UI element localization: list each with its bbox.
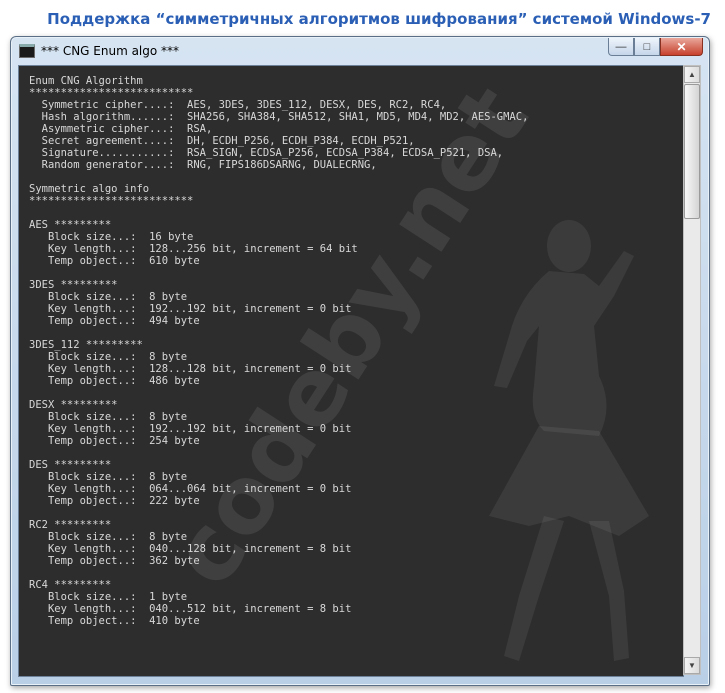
console-line: Key length...: 128...256 bit, increment …	[47, 243, 358, 255]
console-line: Signature...........: RSA_SIGN, ECDSA_P2…	[41, 147, 504, 159]
console-line: RC2 *********	[29, 519, 112, 531]
console-line: Block size...: 8 byte	[47, 531, 188, 543]
console-line: Key length...: 064...064 bit, increment …	[47, 483, 352, 495]
console-line: Random generator....: RNG, FIPS186DSARNG…	[41, 159, 377, 171]
console-line: Symmetric algo info	[29, 183, 150, 195]
console-line: Key length...: 040...128 bit, increment …	[47, 543, 352, 555]
console-line: **************************	[29, 87, 194, 99]
window-controls: — □ ✕	[608, 38, 703, 56]
console-line: Temp object..: 362 byte	[47, 555, 200, 567]
console-line: 3DES_112 *********	[29, 339, 143, 351]
scroll-down-arrow-icon[interactable]: ▼	[684, 657, 700, 674]
console-line: Block size...: 8 byte	[47, 411, 188, 423]
console-line: Secret agreement....: DH, ECDH_P256, ECD…	[41, 135, 415, 147]
console-line: Block size...: 1 byte	[47, 591, 188, 603]
console-line: Block size...: 8 byte	[47, 471, 188, 483]
close-button[interactable]: ✕	[660, 38, 703, 56]
page-caption: Поддержка “симметричных алгоритмов шифро…	[47, 10, 711, 28]
console-line: Asymmetric cipher...: RSA,	[41, 123, 213, 135]
console-output-area[interactable]: codeby.net Enum CNG Algorithm **********…	[18, 65, 684, 677]
console-line: Hash algorithm......: SHA256, SHA384, SH…	[41, 111, 529, 123]
window-title: *** CNG Enum algo ***	[41, 44, 180, 58]
console-line: Block size...: 8 byte	[47, 351, 188, 363]
console-line: **************************	[29, 195, 194, 207]
console-text: Enum CNG Algorithm *********************…	[29, 75, 528, 627]
console-line: Key length...: 192...192 bit, increment …	[47, 423, 352, 435]
console-line: Enum CNG Algorithm	[29, 75, 143, 87]
console-line: Temp object..: 494 byte	[47, 315, 200, 327]
console-line: Temp object..: 486 byte	[47, 375, 200, 387]
console-line: Temp object..: 610 byte	[47, 255, 200, 267]
console-line: Key length...: 040...512 bit, increment …	[47, 603, 352, 615]
console-line: Temp object..: 410 byte	[47, 615, 200, 627]
console-line: Key length...: 192...192 bit, increment …	[47, 303, 352, 315]
console-line: DES *********	[29, 459, 112, 471]
console-line: Symmetric cipher....: AES, 3DES, 3DES_11…	[41, 99, 447, 111]
scroll-up-arrow-icon[interactable]: ▲	[684, 66, 700, 83]
vertical-scrollbar[interactable]: ▲ ▼	[683, 65, 701, 675]
console-line: Temp object..: 254 byte	[47, 435, 200, 447]
console-line: Key length...: 128...128 bit, increment …	[47, 363, 352, 375]
maximize-button[interactable]: □	[634, 38, 660, 56]
minimize-button[interactable]: —	[608, 38, 634, 56]
console-line: RC4 *********	[29, 579, 112, 591]
scrollbar-thumb[interactable]	[684, 84, 700, 219]
console-app-icon	[19, 44, 35, 58]
console-window[interactable]: *** CNG Enum algo *** — □ ✕ codeby.net E…	[10, 36, 710, 686]
console-line: AES *********	[29, 219, 112, 231]
title-bar[interactable]: *** CNG Enum algo *** — □ ✕	[11, 37, 709, 65]
console-line: DESX *********	[29, 399, 118, 411]
console-line: 3DES *********	[29, 279, 118, 291]
console-line: Block size...: 16 byte	[47, 231, 194, 243]
console-line: Temp object..: 222 byte	[47, 495, 200, 507]
console-line: Block size...: 8 byte	[47, 291, 188, 303]
